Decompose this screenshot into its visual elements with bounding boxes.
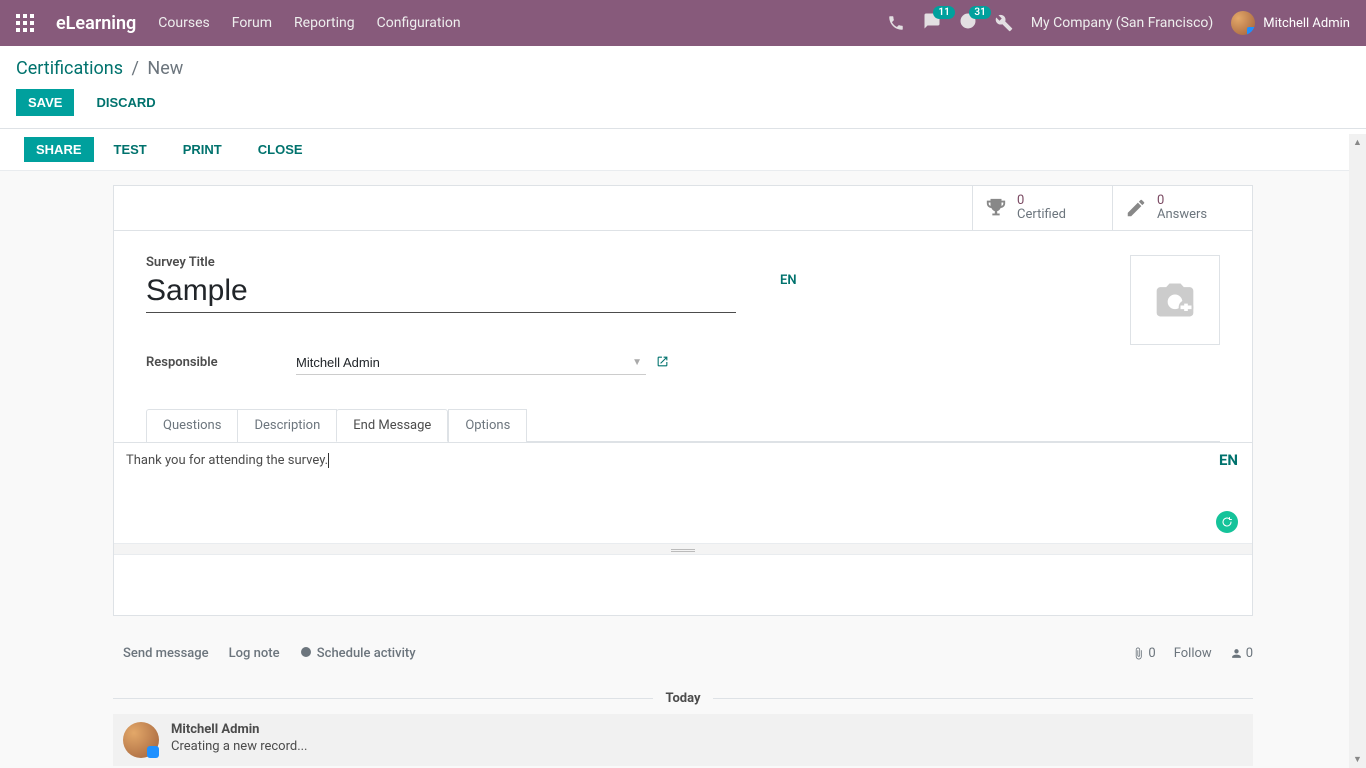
stat-certified-label: Certified [1017, 208, 1066, 222]
chevron-down-icon[interactable]: ▼ [632, 357, 642, 368]
stat-answers[interactable]: 0 Answers [1112, 186, 1252, 230]
nav-configuration[interactable]: Configuration [377, 15, 461, 31]
responsible-input[interactable] [296, 351, 632, 374]
scroll-down-icon[interactable]: ▼ [1349, 751, 1366, 768]
follower-count: 0 [1246, 646, 1253, 661]
title-row: Survey Title EN [146, 255, 1220, 313]
editor-content: Thank you for attending the survey. [126, 453, 328, 468]
stat-certified[interactable]: 0 Certified [972, 186, 1112, 230]
end-message-editor[interactable]: Thank you for attending the survey. EN [114, 443, 1252, 543]
form-sheet: 0 Certified 0 Answers Survey Title [113, 185, 1253, 616]
title-label: Survey Title [146, 255, 736, 270]
message-author: Mitchell Admin [171, 722, 308, 737]
stat-certified-count: 0 [1017, 194, 1066, 208]
save-button[interactable]: Save [16, 89, 74, 116]
date-separator: Today [113, 691, 1253, 706]
user-menu[interactable]: Mitchell Admin [1231, 11, 1350, 35]
resize-handle[interactable] [114, 543, 1252, 555]
attach-count: 0 [1148, 646, 1155, 661]
title-column: Survey Title [146, 255, 736, 313]
responsible-row: Responsible ▼ [146, 351, 1220, 375]
follow-button[interactable]: Follow [1174, 646, 1212, 661]
external-link-icon[interactable] [656, 355, 669, 372]
chatter: Send message Log note Schedule activity … [113, 630, 1253, 766]
apps-icon[interactable] [16, 14, 34, 32]
trophy-icon [985, 197, 1007, 219]
tab-questions[interactable]: Questions [146, 409, 238, 442]
print-button[interactable]: Print [167, 137, 238, 162]
tab-description[interactable]: Description [237, 409, 337, 442]
top-navbar: eLearning Courses Forum Reporting Config… [0, 0, 1366, 46]
user-name: Mitchell Admin [1263, 16, 1350, 31]
message-body: Mitchell Admin Creating a new record... [171, 722, 308, 754]
nav-reporting[interactable]: Reporting [294, 15, 355, 31]
tab-end-message[interactable]: End Message [336, 409, 448, 442]
share-button[interactable]: Share [24, 137, 94, 162]
control-panel: Certifications / New Save Discard [0, 46, 1366, 129]
scroll-up-icon[interactable]: ▲ [1349, 134, 1366, 151]
navbar-left: eLearning Courses Forum Reporting Config… [16, 13, 461, 34]
paperclip-icon [1132, 647, 1145, 660]
scrollbar[interactable]: ▲ ▼ [1349, 134, 1366, 768]
chatter-topbar: Send message Log note Schedule activity … [113, 630, 1253, 677]
schedule-activity-button[interactable]: Schedule activity [290, 640, 426, 667]
close-button[interactable]: Close [242, 137, 319, 162]
stat-buttons: 0 Certified 0 Answers [114, 186, 1252, 231]
tabs: Questions Description End Message Option… [146, 409, 1220, 442]
clock-small-icon [300, 646, 312, 658]
activity-badge: 31 [969, 6, 990, 19]
edit-icon [1125, 197, 1147, 219]
form-body: Survey Title EN Responsible ▼ [114, 231, 1252, 375]
attachments-button[interactable]: 0 [1132, 646, 1155, 661]
avatar [1231, 11, 1255, 35]
camera-plus-icon [1149, 278, 1201, 322]
text-cursor [328, 453, 329, 468]
breadcrumb: Certifications / New [0, 46, 1366, 83]
followers-button[interactable]: 0 [1230, 646, 1253, 661]
stat-answers-label: Answers [1157, 208, 1207, 222]
breadcrumb-current: New [147, 58, 183, 79]
message-text: Creating a new record... [171, 739, 308, 754]
send-message-button[interactable]: Send message [113, 640, 219, 667]
company-selector[interactable]: My Company (San Francisco) [1031, 15, 1213, 31]
message-avatar [123, 722, 159, 758]
title-lang-button[interactable]: EN [780, 273, 797, 288]
breadcrumb-root[interactable]: Certifications [16, 58, 123, 79]
stat-answers-count: 0 [1157, 194, 1207, 208]
date-separator-label: Today [653, 691, 712, 706]
tab-options[interactable]: Options [448, 409, 527, 442]
phone-icon[interactable] [887, 14, 905, 32]
sheet-footer [114, 555, 1252, 615]
scroll-track[interactable] [1349, 151, 1366, 751]
image-upload[interactable] [1130, 255, 1220, 345]
control-buttons: Save Discard [0, 83, 1366, 128]
debug-icon[interactable] [995, 14, 1013, 32]
grammarly-icon[interactable] [1216, 511, 1238, 533]
nav-courses[interactable]: Courses [158, 15, 209, 31]
editor-wrap: Thank you for attending the survey. EN [114, 442, 1252, 555]
title-input[interactable] [146, 272, 736, 313]
brand[interactable]: eLearning [56, 13, 136, 34]
schedule-activity-label: Schedule activity [317, 646, 416, 661]
stat-certified-text: 0 Certified [1017, 194, 1066, 223]
messages-indicator[interactable]: 11 [923, 12, 941, 34]
editor-lang-button[interactable]: EN [1219, 451, 1238, 469]
breadcrumb-sep: / [131, 58, 138, 79]
navbar-right: 11 31 My Company (San Francisco) Mitchel… [887, 11, 1350, 35]
responsible-label: Responsible [146, 355, 296, 370]
test-button[interactable]: Test [98, 137, 163, 162]
responsible-field[interactable]: ▼ [296, 351, 646, 375]
chatter-right: 0 Follow 0 [1132, 646, 1253, 661]
chat-badge: 11 [933, 6, 954, 19]
discard-button[interactable]: Discard [84, 89, 167, 116]
form-wrap: 0 Certified 0 Answers Survey Title [0, 171, 1366, 616]
nav-forum[interactable]: Forum [232, 15, 272, 31]
activities-indicator[interactable]: 31 [959, 12, 977, 34]
stat-answers-text: 0 Answers [1157, 194, 1207, 223]
message-item: Mitchell Admin Creating a new record... [113, 714, 1253, 766]
status-bar: Share Test Print Close [0, 129, 1366, 171]
user-icon [1230, 647, 1243, 660]
log-note-button[interactable]: Log note [219, 640, 290, 667]
